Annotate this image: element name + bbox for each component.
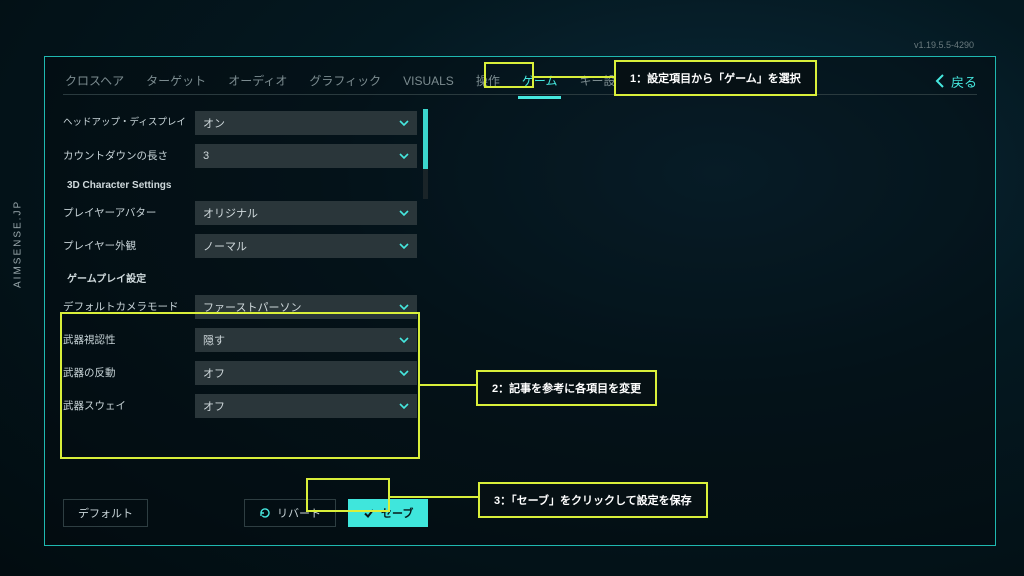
gp-row-1: 武器視認性隠す bbox=[63, 326, 417, 354]
revert-button-label: リバート bbox=[277, 505, 321, 521]
gp-row-0: デフォルトカメラモードファーストパーソン bbox=[63, 293, 417, 321]
callout-2: 2：記事を参考に各項目を変更 bbox=[476, 370, 657, 406]
chevron-down-icon bbox=[399, 208, 409, 218]
default-button[interactable]: デフォルト bbox=[63, 499, 148, 527]
gp-row-2: 武器の反動オフ bbox=[63, 359, 417, 387]
back-button[interactable]: 戻る bbox=[935, 67, 977, 95]
gp-value-3: オフ bbox=[203, 398, 225, 414]
scrollbar-track[interactable] bbox=[423, 109, 428, 199]
tab-6[interactable]: ゲーム bbox=[520, 68, 560, 93]
char-select-0[interactable]: オリジナル bbox=[195, 201, 417, 225]
back-label: 戻る bbox=[951, 72, 977, 91]
chevron-down-icon bbox=[399, 118, 409, 128]
gp-value-2: オフ bbox=[203, 365, 225, 381]
save-button-label: セーブ bbox=[381, 505, 413, 521]
tab-bar: クロスヘアターゲットオーディオグラフィックVISUALS操作ゲームキー設定 戻る bbox=[63, 67, 977, 95]
char-select-1[interactable]: ノーマル bbox=[195, 234, 417, 258]
top-select-0[interactable]: オン bbox=[195, 111, 417, 135]
chevron-left-icon bbox=[935, 74, 945, 88]
char-label-1: プレイヤー外観 bbox=[63, 240, 195, 252]
tab-0[interactable]: クロスヘア bbox=[63, 68, 126, 93]
char-row-1: プレイヤー外観ノーマル bbox=[63, 232, 417, 260]
chevron-down-icon bbox=[399, 335, 409, 345]
top-select-1[interactable]: 3 bbox=[195, 144, 417, 168]
section-gameplay-header: ゲームプレイ設定 bbox=[67, 270, 417, 285]
char-value-1: ノーマル bbox=[203, 238, 247, 254]
callout-line-1 bbox=[534, 76, 614, 78]
watermark-text: AIMSENSE.JP bbox=[13, 200, 24, 288]
char-value-0: オリジナル bbox=[203, 205, 258, 221]
save-button[interactable]: セーブ bbox=[348, 499, 428, 527]
gp-label-3: 武器スウェイ bbox=[63, 400, 195, 412]
refresh-icon bbox=[259, 507, 271, 519]
top-value-1: 3 bbox=[203, 150, 209, 162]
callout-line-3 bbox=[390, 496, 478, 498]
check-icon bbox=[363, 507, 375, 519]
top-value-0: オン bbox=[203, 115, 225, 131]
callout-3: 3：「セーブ」をクリックして設定を保存 bbox=[478, 482, 708, 518]
tab-5[interactable]: 操作 bbox=[474, 68, 502, 93]
chevron-down-icon bbox=[399, 401, 409, 411]
gp-value-1: 隠す bbox=[203, 332, 225, 348]
gp-value-0: ファーストパーソン bbox=[203, 299, 301, 315]
top-row-1: カウントダウンの長さ 3 bbox=[63, 142, 417, 170]
gp-label-1: 武器視認性 bbox=[63, 334, 195, 346]
section-3d-header: 3D Character Settings bbox=[67, 180, 417, 191]
gp-select-2[interactable]: オフ bbox=[195, 361, 417, 385]
default-button-label: デフォルト bbox=[78, 505, 133, 521]
top-label-0: ヘッドアップ・ディスプレイ bbox=[63, 118, 195, 129]
char-row-0: プレイヤーアバターオリジナル bbox=[63, 199, 417, 227]
top-label-1: カウントダウンの長さ bbox=[63, 150, 195, 162]
settings-column: ヘッドアップ・ディスプレイオンカウントダウンの長さ 3 3D Character … bbox=[63, 109, 417, 425]
callout-1: 1：設定項目から「ゲーム」を選択 bbox=[614, 60, 817, 96]
tab-1[interactable]: ターゲット bbox=[144, 68, 208, 93]
gp-select-3[interactable]: オフ bbox=[195, 394, 417, 418]
tab-2[interactable]: オーディオ bbox=[226, 68, 289, 93]
top-row-0: ヘッドアップ・ディスプレイオン bbox=[63, 109, 417, 137]
gp-label-2: 武器の反動 bbox=[63, 367, 195, 379]
callout-line-2 bbox=[420, 384, 476, 386]
chevron-down-icon bbox=[399, 368, 409, 378]
gp-label-0: デフォルトカメラモード bbox=[63, 301, 195, 313]
gp-row-3: 武器スウェイオフ bbox=[63, 392, 417, 420]
char-label-0: プレイヤーアバター bbox=[63, 207, 195, 219]
gp-select-0[interactable]: ファーストパーソン bbox=[195, 295, 417, 319]
button-row: デフォルト リバート セーブ bbox=[63, 499, 428, 527]
chevron-down-icon bbox=[399, 151, 409, 161]
tab-4[interactable]: VISUALS bbox=[401, 70, 456, 92]
revert-button[interactable]: リバート bbox=[244, 499, 336, 527]
chevron-down-icon bbox=[399, 302, 409, 312]
version-label: v1.19.5.5-4290 bbox=[914, 40, 974, 50]
chevron-down-icon bbox=[399, 241, 409, 251]
settings-panel: クロスヘアターゲットオーディオグラフィックVISUALS操作ゲームキー設定 戻る… bbox=[44, 56, 996, 546]
tab-3[interactable]: グラフィック bbox=[307, 68, 383, 93]
scrollbar-thumb[interactable] bbox=[423, 109, 428, 169]
gp-select-1[interactable]: 隠す bbox=[195, 328, 417, 352]
